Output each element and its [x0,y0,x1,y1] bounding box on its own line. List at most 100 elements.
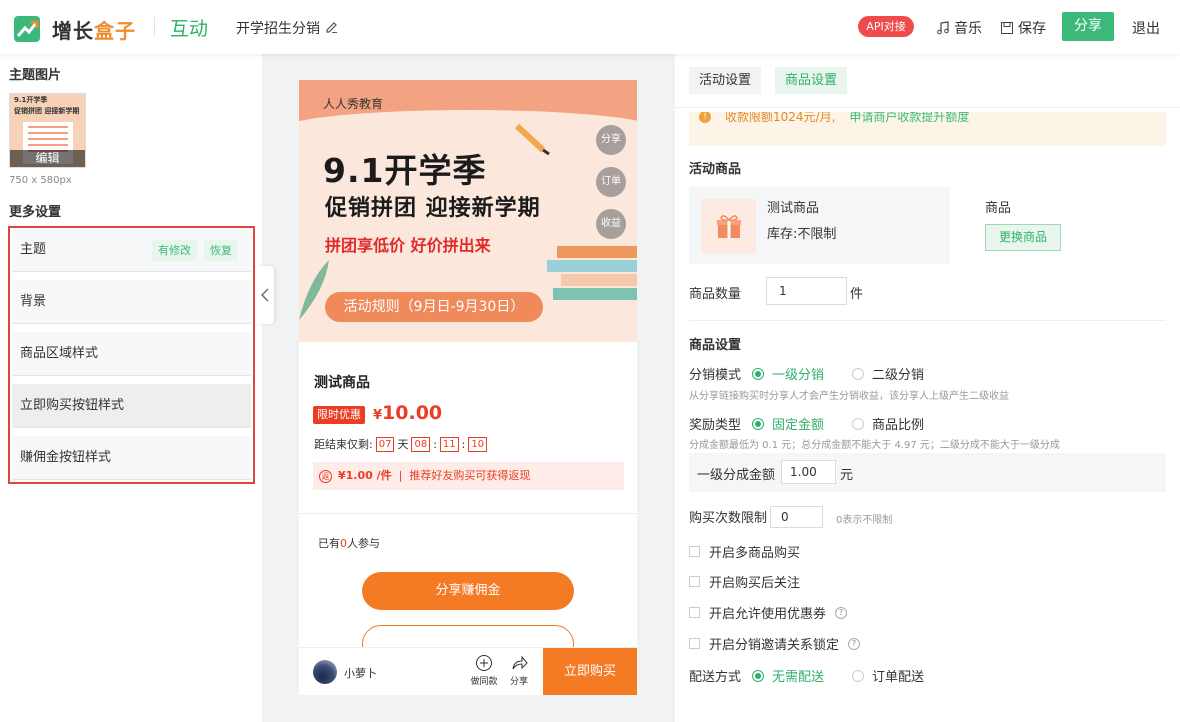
dist-mode-hint: 从分享链接购买时分享人才会产生分销收益，该分享人上级产生二级收益 [689,391,1009,402]
quantity-label: 商品数量 [689,287,742,302]
module-name: 互动 [170,18,209,40]
level1-amount-box: 一级分成金额 1.00 元 [689,453,1166,492]
checkbox-multi-product[interactable]: 开启多商品购买 [689,542,800,561]
active-product-title: 活动商品 [689,162,742,177]
delivery-label: 配送方式 [689,670,742,685]
help-icon[interactable]: ? [848,637,861,650]
product-name: 测试商品 [767,201,820,216]
avatar [313,660,337,684]
countdown-hours: 08 [411,436,431,452]
purchase-limit-input[interactable]: 0 [770,506,823,528]
restore-button[interactable]: 恢复 [204,240,238,261]
setting-commission-button-style[interactable]: 赚佣金按钮样式 [12,436,251,480]
collapse-panel-toggle[interactable] [256,266,274,324]
more-settings-list: 主题 有修改 恢复 背景 商品区域样式 立即购买按钮样式 赚佣金按钮样式 [8,226,255,484]
banner-slogan: 拼团享低价 好价拼出来 [325,236,491,255]
notice-text: 收款限额1024元/月, [725,112,836,124]
radio-product-ratio[interactable]: 商品比例 [852,414,924,433]
setting-label: 商品区域样式 [20,346,99,361]
rebate-icon: 返 [319,469,332,483]
theme-banner[interactable]: 人人秀教育 9.1开学季 促销拼团 迎接新学期 拼团享低价 好价拼出来 活动规则… [299,80,637,342]
plus-circle-icon [476,655,492,671]
warning-icon: ! [699,112,711,123]
setting-label: 赚佣金按钮样式 [20,450,112,465]
books-illustration [537,240,637,310]
divider [689,320,1166,321]
radio-level1-distribution[interactable]: 一级分销 [752,364,824,383]
user-name: 小萝卜 [344,667,377,680]
rebate-banner: 返 ¥1.00 /件 | 推荐好友购买可获得返现 [313,462,624,490]
radio-order-delivery[interactable]: 订单配送 [852,666,924,685]
checkbox-follow-after-purchase[interactable]: 开启购买后关注 [689,572,800,591]
share-earn-button[interactable]: 分享赚佣金 [362,572,574,610]
float-order-button[interactable]: 订单 [596,167,626,197]
theme-image-thumbnail[interactable]: 9.1开学季 促销拼团 迎接新学期 编辑 [9,93,86,168]
share-arrow-icon [512,655,528,670]
countdown-days: 07 [375,436,395,452]
setting-theme[interactable]: 主题 有修改 恢复 [12,228,251,272]
share-button[interactable]: 分享 [1062,12,1114,41]
setting-background[interactable]: 背景 [12,280,251,324]
product-settings-title: 商品设置 [689,338,742,353]
preview-share-button[interactable]: 分享 [502,654,536,687]
more-settings-title: 更多设置 [9,205,62,220]
help-icon[interactable]: ? [835,606,848,619]
radio-no-delivery[interactable]: 无需配送 [752,666,824,685]
music-icon [937,21,949,35]
banner-headline: 9.1开学季 [323,151,487,190]
product-label: 商品 [985,201,1012,216]
setting-product-area-style[interactable]: 商品区域样式 [12,332,251,376]
edit-icon[interactable] [325,20,338,33]
pencil-illustration [514,123,550,156]
countdown: 距结束仅剩: 07 天 08: 11: 10 [314,436,488,452]
level1-amount-input[interactable]: 1.00 [781,460,836,484]
product-image [701,199,756,254]
preview-bottom-bar: 小萝卜 做同款 分享 立即购买 [299,647,637,695]
tab-activity-settings[interactable]: 活动设置 [689,67,762,94]
divider [299,513,637,514]
checkbox-lock-invite-relation[interactable]: 开启分销邀请关系锁定? [689,634,861,653]
activity-rules-button[interactable]: 活动规则（9月日-9月30日） [325,292,543,322]
setting-label: 主题 [20,242,47,257]
header-divider [154,17,155,37]
checkbox-allow-coupons[interactable]: 开启允许使用优惠券? [689,603,848,622]
api-badge[interactable]: API对接 [858,16,914,37]
left-panel: 主题图片 9.1开学季 促销拼团 迎接新学期 编辑 750 x 580px 更多… [0,54,262,722]
setting-buy-now-button-style[interactable]: 立即购买按钮样式 [12,384,251,428]
change-product-button[interactable]: 更换商品 [985,224,1061,251]
limit-notice: ! 收款限额1024元/月, 申请商户收款提升额度 [689,112,1166,146]
radio-fixed-amount[interactable]: 固定金额 [752,414,824,433]
save-icon [1001,22,1013,34]
gift-icon [717,215,741,238]
setting-label: 立即购买按钮样式 [20,398,125,413]
product-card: 测试商品 库存:不限制 [689,187,950,264]
countdown-seconds: 10 [468,436,488,452]
product-stock: 库存:不限制 [767,227,837,242]
music-button[interactable]: 音乐 [936,18,982,38]
tab-product-settings[interactable]: 商品设置 [775,67,848,94]
float-income-button[interactable]: 收益 [596,209,626,239]
theme-image-title: 主题图片 [9,68,62,83]
banner-subheadline: 促销拼团 迎接新学期 [325,196,541,221]
notice-link[interactable]: 申请商户收款提升额度 [849,112,969,125]
purchase-limit-label: 购买次数限制 [689,511,768,526]
save-button[interactable]: 保存 [1000,18,1046,38]
buy-now-button[interactable]: 立即购买 [543,648,637,695]
top-header: 增长盒子 互动 开学招生分销 API对接 音乐 保存 分享 退出 [0,0,1180,54]
activity-title[interactable]: 开学招生分销 [236,18,320,38]
participant-count: 已有0人参与 [318,537,380,550]
music-label: 音乐 [954,21,982,37]
banner-org: 人人秀教育 [323,97,384,111]
setting-label: 背景 [20,294,47,309]
quantity-input[interactable]: 1 [766,277,847,305]
chevron-left-icon [261,288,269,302]
same-style-button[interactable]: 做同款 [467,654,501,687]
thumb-size: 750 x 580px [9,175,72,186]
thumb-edit-button[interactable]: 编辑 [10,150,85,167]
float-share-button[interactable]: 分享 [596,125,626,155]
radio-level2-distribution[interactable]: 二级分销 [852,364,924,383]
level1-amount-label: 一级分成金额 [697,468,776,483]
exit-button[interactable]: 退出 [1132,18,1160,38]
settings-tabs: 活动设置 商品设置 [675,54,1180,108]
right-panel: 活动设置 商品设置 ! 收款限额1024元/月, 申请商户收款提升额度 活动商品… [675,54,1180,722]
